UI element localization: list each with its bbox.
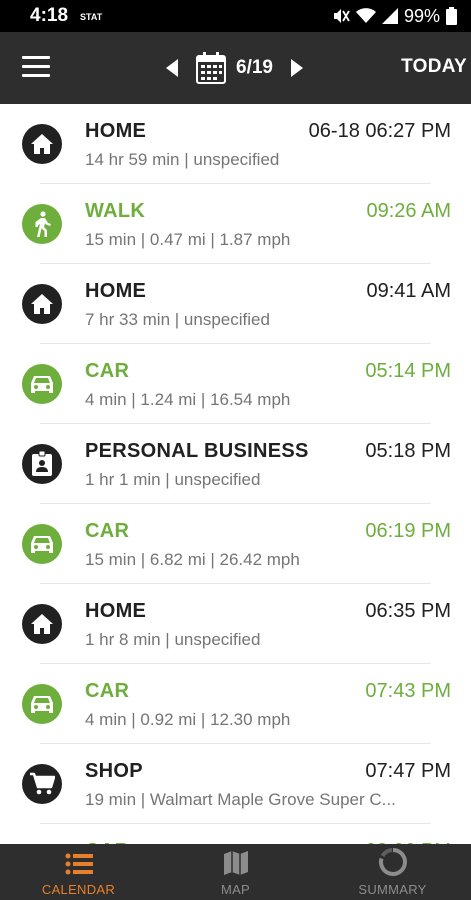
status-stat-label: STAT bbox=[80, 12, 103, 22]
walk-icon bbox=[22, 204, 62, 244]
activity-row[interactable]: PERSONAL BUSINESS 05:18 PM 1 hr 1 min | un… bbox=[0, 424, 471, 504]
activity-row[interactable]: CAR08:06 PM bbox=[0, 824, 471, 844]
wifi-icon bbox=[355, 8, 376, 24]
activity-title: CAR bbox=[85, 680, 130, 702]
activity-time: 05:14 PM bbox=[365, 360, 451, 382]
today-button[interactable]: TODAY bbox=[401, 56, 467, 78]
calendar-icon[interactable] bbox=[196, 52, 226, 84]
next-day-button[interactable] bbox=[287, 50, 307, 86]
activity-title: PERSONAL BUSINESS bbox=[85, 440, 309, 462]
list-icon bbox=[65, 853, 93, 875]
activity-title: SHOP bbox=[85, 760, 143, 782]
summary-chart-icon bbox=[378, 848, 407, 876]
activity-time: 06:19 PM bbox=[365, 520, 451, 542]
status-icons: 99% bbox=[332, 6, 457, 27]
activity-details: 15 min | 6.82 mi | 26.42 mph bbox=[85, 550, 300, 569]
activity-time: 05:18 PM bbox=[365, 440, 451, 462]
activity-details: 7 hr 33 min | unspecified bbox=[85, 310, 270, 329]
activity-title: CAR bbox=[85, 360, 130, 382]
tab-calendar[interactable]: CALENDAR bbox=[0, 844, 157, 900]
activity-title: HOME bbox=[85, 120, 147, 142]
car-icon bbox=[22, 524, 62, 564]
activity-details: 15 min | 0.47 mi | 1.87 mph bbox=[85, 230, 291, 249]
activity-title: HOME bbox=[85, 600, 147, 622]
id-badge-icon bbox=[22, 444, 62, 484]
activity-details: 4 min | 1.24 mi | 16.54 mph bbox=[85, 390, 291, 409]
activity-time: 06-18 06:27 PM bbox=[308, 120, 451, 142]
map-icon bbox=[223, 851, 248, 875]
battery-percent: 99% bbox=[403, 5, 440, 26]
activity-details: 1 hr 1 min | unspecified bbox=[85, 470, 261, 489]
activity-row[interactable]: SHOP 07:47 PM 19 min | Walmart Maple Grove… bbox=[0, 744, 471, 824]
home-icon bbox=[22, 284, 62, 324]
date-navigator: 6/19 bbox=[162, 50, 307, 86]
tab-summary[interactable]: SUMMARY bbox=[314, 844, 471, 900]
signal-icon bbox=[381, 8, 398, 24]
tab-map-label: MAP bbox=[220, 882, 251, 897]
activity-time: 09:26 AM bbox=[366, 200, 451, 222]
activity-list: HOME 06-18 06:27 PM 14 hr 59 min | unspeci… bbox=[0, 104, 471, 844]
app-bar: 6/19 TODAY bbox=[0, 32, 471, 104]
activity-row[interactable]: HOME 06-18 06:27 PM 14 hr 59 min | unspeci… bbox=[0, 104, 471, 184]
status-bar: 4:18 STAT 99% bbox=[0, 0, 471, 32]
activity-row[interactable]: HOME 09:41 AM 7 hr 33 min | unspecified bbox=[0, 264, 471, 344]
car-icon bbox=[22, 364, 62, 404]
activity-time: 07:43 PM bbox=[365, 680, 451, 702]
activity-row[interactable]: HOME 06:35 PM 1 hr 8 min | unspecified bbox=[0, 584, 471, 664]
previous-day-button[interactable] bbox=[162, 50, 182, 86]
home-icon bbox=[22, 604, 62, 644]
tab-summary-label: SUMMARY bbox=[358, 882, 427, 897]
activity-time: 07:47 PM bbox=[365, 760, 451, 782]
activity-details: 14 hr 59 min | unspecified bbox=[85, 150, 280, 169]
menu-icon[interactable] bbox=[22, 56, 50, 80]
activity-details: 4 min | 0.92 mi | 12.30 mph bbox=[85, 710, 291, 729]
battery-icon bbox=[446, 7, 457, 25]
tab-calendar-label: CALENDAR bbox=[41, 882, 116, 897]
activity-row[interactable]: CAR 07:43 PM 4 min | 0.92 mi | 12.30 mph bbox=[0, 664, 471, 744]
activity-title: CAR bbox=[85, 520, 130, 542]
activity-time: 09:41 AM bbox=[366, 280, 451, 302]
status-time: 4:18 bbox=[30, 5, 69, 26]
activity-time: 06:35 PM bbox=[365, 600, 451, 622]
tab-map[interactable]: MAP bbox=[157, 844, 314, 900]
activity-row[interactable]: WALK 09:26 AM 15 min | 0.47 mi | 1.87 mph bbox=[0, 184, 471, 264]
current-date[interactable]: 6/19 bbox=[236, 57, 273, 79]
activity-title: WALK bbox=[85, 200, 146, 222]
activity-details: 1 hr 8 min | unspecified bbox=[85, 630, 261, 649]
chevron-right-icon bbox=[290, 59, 303, 77]
mute-icon bbox=[332, 8, 350, 24]
activity-row[interactable]: CAR 06:19 PM 15 min | 6.82 mi | 26.42 mph bbox=[0, 504, 471, 584]
activity-row[interactable]: CAR 05:14 PM 4 min | 1.24 mi | 16.54 mph bbox=[0, 344, 471, 424]
cart-icon bbox=[22, 764, 62, 804]
activity-title: HOME bbox=[85, 280, 147, 302]
chevron-left-icon bbox=[166, 59, 178, 77]
bottom-nav: CALENDAR MAP SUMMARY bbox=[0, 844, 471, 900]
car-icon bbox=[22, 684, 62, 724]
home-icon bbox=[22, 124, 62, 164]
activity-details: 19 min | Walmart Maple Grove Super C... bbox=[85, 790, 396, 809]
